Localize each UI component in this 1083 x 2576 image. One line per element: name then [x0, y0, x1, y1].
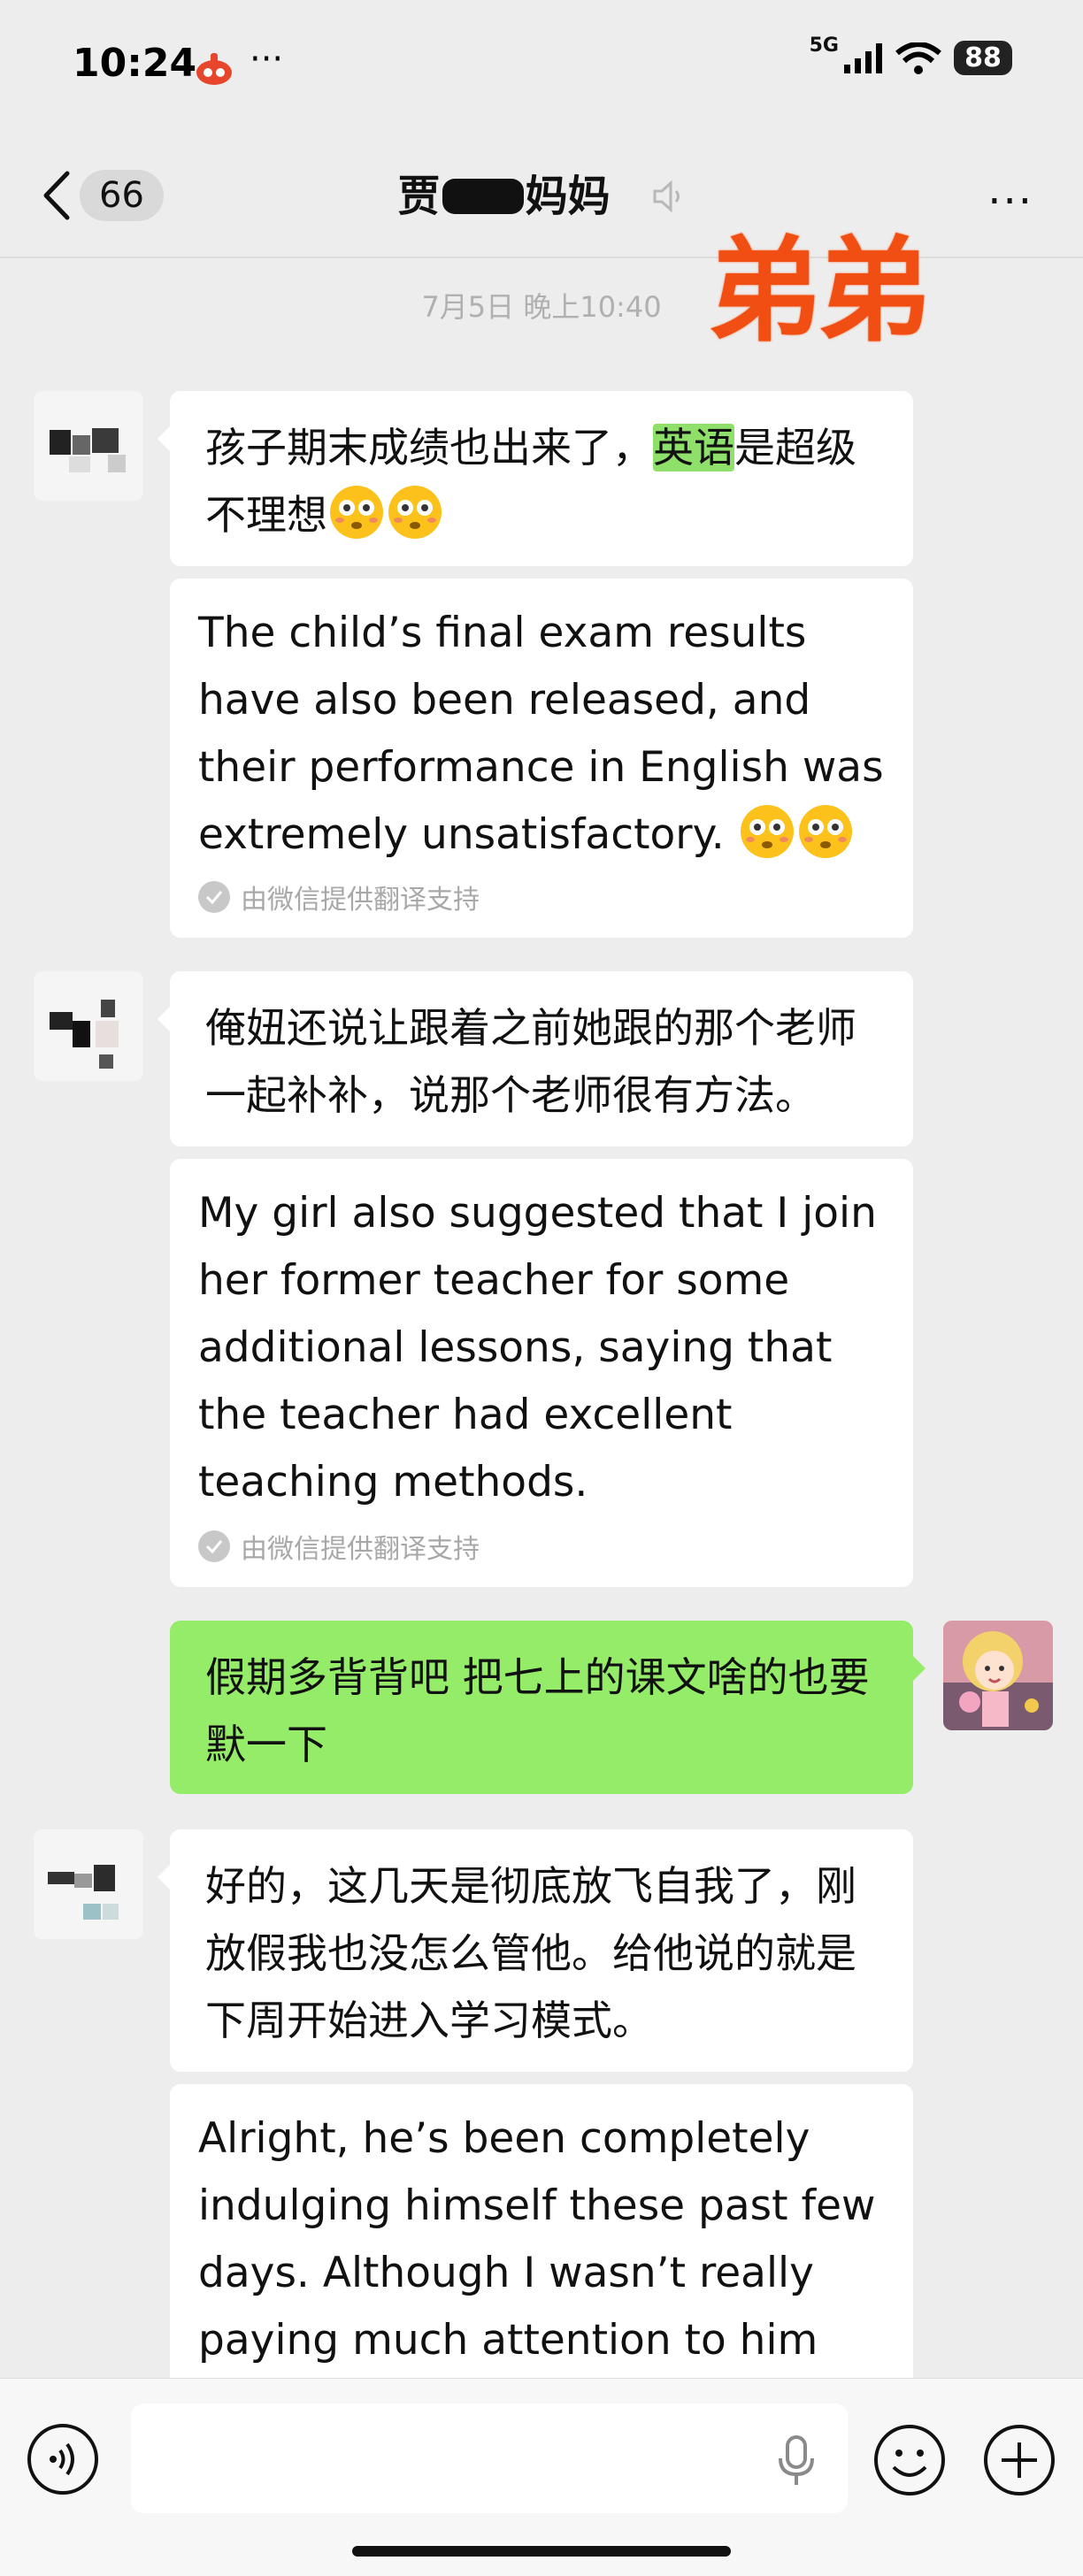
status-time: 10:24	[73, 41, 197, 86]
translation-credit: 由微信提供翻译支持	[198, 1527, 480, 1566]
flushed-face-emoji	[388, 486, 442, 539]
message-bubble[interactable]: 好的，这几天是彻底放飞自我了，刚放假我也没怎么管他。给他说的就是下周开始进入学习…	[157, 1829, 913, 2072]
voice-icon[interactable]	[27, 2423, 99, 2496]
chat-title-start: 贾	[397, 172, 441, 221]
translation-text: My girl also suggested that I join her f…	[198, 1189, 877, 1506]
message-timestamp: 7月5日 晚上10:40	[421, 290, 662, 324]
highlighted-word[interactable]: 英语	[653, 424, 734, 472]
status-right: 5G 88	[810, 34, 1012, 75]
avatar[interactable]	[34, 1829, 143, 1939]
mute-icon	[653, 180, 680, 213]
emoji-icon[interactable]	[872, 2423, 947, 2497]
app-notification-icon	[196, 53, 232, 85]
signal-icon	[844, 42, 882, 73]
translation-bubble[interactable]: The child’s final exam results have also…	[170, 579, 913, 938]
avatar-illustration	[943, 1621, 1053, 1730]
message-input[interactable]	[131, 2404, 848, 2513]
check-icon	[198, 1530, 230, 1562]
status-more-dots: ···	[250, 39, 284, 80]
overlay-stamp: 弟弟	[708, 225, 931, 357]
wifi-icon	[895, 42, 941, 74]
translation-credit: 由微信提供翻译支持	[198, 878, 480, 916]
translation-credit-text: 由微信提供翻译支持	[241, 1534, 480, 1565]
status-bar: 10:24 ··· 5G 88	[0, 0, 1083, 133]
avatar[interactable]	[34, 391, 143, 501]
check-icon	[198, 881, 230, 913]
network-label: 5G	[809, 34, 839, 57]
avatar[interactable]	[34, 971, 143, 1081]
redaction-mark	[442, 179, 524, 214]
message-text: 孩子期末成绩也出来了，英语是超级不理想	[170, 391, 913, 570]
flushed-face-emoji	[798, 805, 852, 858]
more-icon[interactable]: ···	[987, 177, 1033, 226]
translation-text: The child’s final exam results have also…	[170, 579, 913, 869]
mic-icon[interactable]	[775, 2434, 818, 2487]
self-avatar[interactable]	[943, 1621, 1053, 1730]
chat-title-end: 妈妈	[525, 172, 611, 221]
message-bubble[interactable]: 孩子期末成绩也出来了，英语是超级不理想	[157, 391, 913, 566]
message-bubble[interactable]: 俺妞还说让跟着之前她跟的那个老师一起补补，说那个老师很有方法。	[157, 971, 913, 1146]
message-text: 好的，这几天是彻底放飞自我了，刚放假我也没怎么管他。给他说的就是下周开始进入学习…	[205, 1862, 856, 2044]
outgoing-message-bubble[interactable]: 假期多背背吧 把七上的课文啥的也要默一下	[170, 1621, 926, 1794]
translation-bubble[interactable]: My girl also suggested that I join her f…	[170, 1159, 913, 1587]
message-text-part: 孩子期末成绩也出来了，	[205, 424, 653, 472]
battery-level: 88	[954, 41, 1012, 75]
message-text: 俺妞还说让跟着之前她跟的那个老师一起补补，说那个老师很有方法。	[205, 1004, 856, 1119]
home-indicator	[352, 2546, 731, 2557]
flushed-face-emoji	[740, 805, 794, 858]
message-text: 假期多背背吧 把七上的课文啥的也要默一下	[205, 1653, 870, 1768]
flushed-face-emoji	[330, 486, 383, 539]
translation-credit-text: 由微信提供翻译支持	[241, 885, 480, 916]
plus-icon[interactable]	[982, 2423, 1056, 2497]
translation-text: Alright, he’s been completely indulging …	[198, 2114, 876, 2365]
